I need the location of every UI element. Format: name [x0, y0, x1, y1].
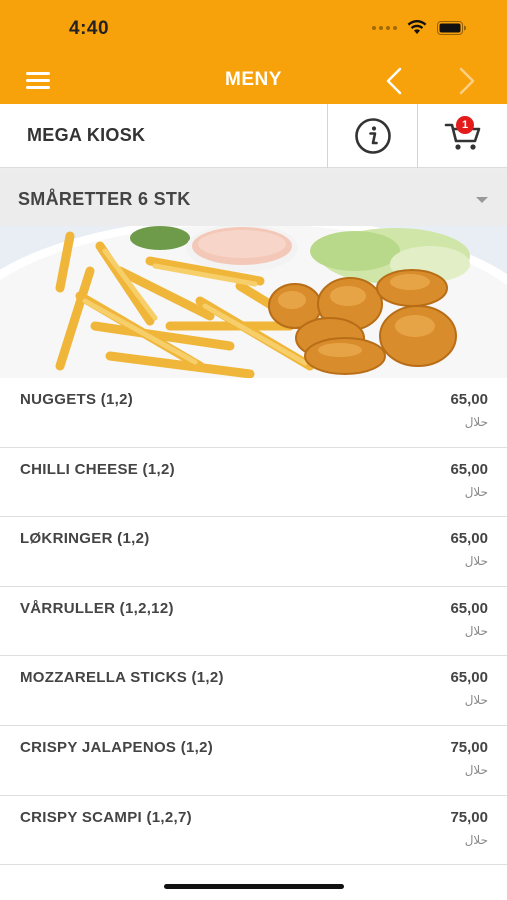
menu-item-price: 65,00 — [450, 599, 488, 617]
status-icons — [372, 20, 467, 35]
menu-item-price: 65,00 — [450, 669, 488, 687]
menu-item-name: CRISPY JALAPENOS (1,2) — [20, 738, 214, 756]
home-indicator[interactable] — [164, 884, 344, 889]
menu-item-name: NUGGETS (1,2) — [20, 391, 134, 408]
hamburger-icon[interactable] — [26, 72, 50, 90]
top-bar: 4:40 MENY — [0, 0, 507, 104]
menu-item[interactable]: CHILLI CHEESE (1,2) 65,00 حلال — [0, 447, 507, 518]
halal-tag: حلال — [464, 415, 488, 429]
wifi-icon — [407, 20, 427, 35]
halal-tag: حلال — [464, 554, 488, 569]
menu-item-price: 75,00 — [450, 808, 488, 826]
menu-item-name: MOZZARELLA STICKS (1,2) — [20, 669, 224, 687]
halal-tag: حلال — [464, 484, 488, 499]
menu-item[interactable]: CRISPY JALAPENOS (1,2) 75,00 حلال — [0, 725, 507, 796]
menu-item-name: CRISPY SCAMPI (1,2,7) — [20, 808, 192, 826]
category-selector[interactable]: SMÅRETTER 6 STK — [0, 174, 507, 226]
menu-item[interactable]: LØKRINGER (1,2) 65,00 حلال — [0, 517, 507, 587]
info-button[interactable] — [327, 104, 417, 168]
menu-item[interactable]: NUGGETS (1,2) 65,00 حلال — [0, 378, 507, 448]
menu-item-name: VÅRRULLER (1,2,12) — [20, 599, 174, 617]
page-title: MENY — [225, 69, 282, 90]
halal-tag: حلال — [464, 693, 488, 708]
menu-item[interactable]: VÅRRULLER (1,2,12) 65,00 حلال — [0, 586, 507, 657]
cart-count-badge: 1 — [456, 116, 474, 134]
menu-item-name: CHILLI CHEESE (1,2) — [20, 460, 175, 478]
category-food-image — [0, 226, 507, 378]
store-info-bar: MEGA KIOSK — [0, 104, 507, 168]
menu-item-price: 65,00 — [450, 530, 488, 548]
battery-icon — [437, 20, 467, 35]
halal-tag: حلال — [464, 762, 488, 777]
menu-item-price: 65,00 — [450, 391, 488, 408]
cart-button[interactable] — [417, 104, 507, 168]
menu-item[interactable]: CRISPY SCAMPI (1,2,7) 75,00 حلال — [0, 795, 507, 866]
menu-list: NUGGETS (1,2) 65,00 حلال CHILLI CHEESE (… — [0, 378, 507, 866]
category-label: SMÅRETTER 6 STK — [18, 189, 191, 209]
menu-item-price: 75,00 — [450, 738, 488, 756]
menu-item[interactable]: MOZZARELLA STICKS (1,2) 65,00 حلال — [0, 656, 507, 726]
status-time: 4:40 — [69, 18, 110, 39]
caret-down-icon — [476, 197, 488, 203]
store-name: MEGA KIOSK — [27, 125, 146, 145]
halal-tag: حلال — [464, 832, 488, 847]
menu-item-price: 65,00 — [450, 460, 488, 478]
halal-tag: حلال — [464, 623, 488, 638]
info-icon — [354, 118, 391, 154]
chevron-left-icon[interactable] — [382, 67, 406, 95]
cellular-dots-icon — [372, 25, 397, 30]
menu-item-name: LØKRINGER (1,2) — [20, 530, 150, 548]
chevron-right-icon[interactable] — [455, 67, 479, 95]
